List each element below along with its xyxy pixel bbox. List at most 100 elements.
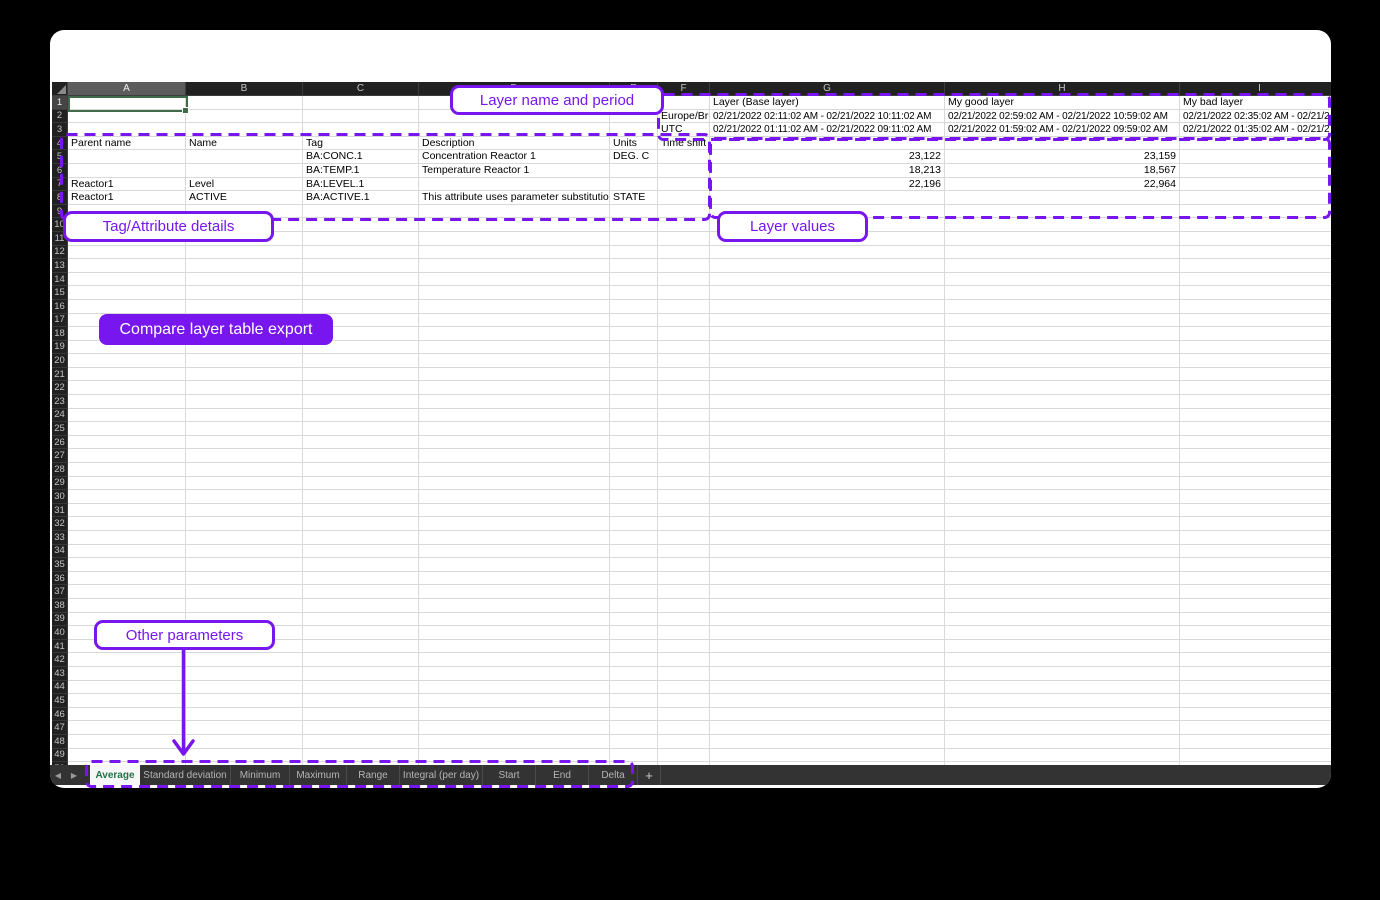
cell-H21[interactable]: [945, 368, 1180, 382]
cell-G45[interactable]: [710, 694, 945, 708]
cell-E39[interactable]: [610, 613, 658, 627]
cell-I43[interactable]: [1180, 667, 1331, 681]
cell-I29[interactable]: [1180, 477, 1331, 491]
cell-G8[interactable]: [710, 191, 945, 205]
sheet-tab-maximum[interactable]: Maximum: [290, 765, 347, 785]
cell-C20[interactable]: [303, 354, 419, 368]
cell-D33[interactable]: [419, 531, 610, 545]
row-header-28[interactable]: 28: [52, 463, 68, 477]
cell-G42[interactable]: [710, 653, 945, 667]
cell-C31[interactable]: [303, 504, 419, 518]
cell-H48[interactable]: [945, 735, 1180, 749]
cell-H9[interactable]: [945, 205, 1180, 219]
cell-C10[interactable]: [303, 218, 419, 232]
cell-C46[interactable]: [303, 708, 419, 722]
cell-A1[interactable]: [68, 96, 186, 110]
cell-B2[interactable]: [186, 110, 303, 124]
cell-B24[interactable]: [186, 409, 303, 423]
cell-B48[interactable]: [186, 735, 303, 749]
cell-H16[interactable]: [945, 300, 1180, 314]
cell-B31[interactable]: [186, 504, 303, 518]
cell-C8[interactable]: BA:ACTIVE.1: [303, 191, 419, 205]
cell-C32[interactable]: [303, 517, 419, 531]
cell-E8[interactable]: STATE: [610, 191, 658, 205]
sheet-tab-standard-deviation[interactable]: Standard deviation: [140, 765, 231, 785]
cell-I18[interactable]: [1180, 327, 1331, 341]
cell-B3[interactable]: [186, 123, 303, 137]
cell-D35[interactable]: [419, 558, 610, 572]
cell-I31[interactable]: [1180, 504, 1331, 518]
cell-F24[interactable]: [658, 409, 710, 423]
cell-E18[interactable]: [610, 327, 658, 341]
cell-H30[interactable]: [945, 490, 1180, 504]
cell-A8[interactable]: Reactor1: [68, 191, 186, 205]
cell-D5[interactable]: Concentration Reactor 1: [419, 150, 610, 164]
cell-B38[interactable]: [186, 599, 303, 613]
cell-D25[interactable]: [419, 422, 610, 436]
row-header-14[interactable]: 14: [52, 273, 68, 287]
cell-H31[interactable]: [945, 504, 1180, 518]
cell-F1[interactable]: [658, 96, 710, 110]
cell-C39[interactable]: [303, 613, 419, 627]
cell-F14[interactable]: [658, 273, 710, 287]
cell-F22[interactable]: [658, 381, 710, 395]
cell-I26[interactable]: [1180, 436, 1331, 450]
cell-D16[interactable]: [419, 300, 610, 314]
cell-E17[interactable]: [610, 314, 658, 328]
cell-A16[interactable]: [68, 300, 186, 314]
cell-B36[interactable]: [186, 572, 303, 586]
cell-H34[interactable]: [945, 545, 1180, 559]
cell-D6[interactable]: Temperature Reactor 1: [419, 164, 610, 178]
cell-A30[interactable]: [68, 490, 186, 504]
cell-E12[interactable]: [610, 246, 658, 260]
cell-G21[interactable]: [710, 368, 945, 382]
cell-E48[interactable]: [610, 735, 658, 749]
cell-H37[interactable]: [945, 585, 1180, 599]
cell-F17[interactable]: [658, 314, 710, 328]
cell-F21[interactable]: [658, 368, 710, 382]
row-header-15[interactable]: 15: [52, 286, 68, 300]
cell-E6[interactable]: [610, 164, 658, 178]
cell-C21[interactable]: [303, 368, 419, 382]
cell-G14[interactable]: [710, 273, 945, 287]
cell-B42[interactable]: [186, 653, 303, 667]
cell-A24[interactable]: [68, 409, 186, 423]
cell-D48[interactable]: [419, 735, 610, 749]
cell-C35[interactable]: [303, 558, 419, 572]
cell-I49[interactable]: [1180, 749, 1331, 763]
cell-F13[interactable]: [658, 259, 710, 273]
cell-F31[interactable]: [658, 504, 710, 518]
cell-H42[interactable]: [945, 653, 1180, 667]
cell-H22[interactable]: [945, 381, 1180, 395]
cell-A29[interactable]: [68, 477, 186, 491]
cell-I9[interactable]: [1180, 205, 1331, 219]
cell-D7[interactable]: [419, 178, 610, 192]
row-header-3[interactable]: 3: [52, 123, 68, 137]
cell-A4[interactable]: Parent name: [68, 137, 186, 151]
cell-D21[interactable]: [419, 368, 610, 382]
cell-B28[interactable]: [186, 463, 303, 477]
row-header-42[interactable]: 42: [52, 653, 68, 667]
cell-E9[interactable]: [610, 205, 658, 219]
cell-A47[interactable]: [68, 721, 186, 735]
cell-A26[interactable]: [68, 436, 186, 450]
cell-D27[interactable]: [419, 449, 610, 463]
cell-H44[interactable]: [945, 681, 1180, 695]
row-header-22[interactable]: 22: [52, 381, 68, 395]
add-sheet-button[interactable]: +: [638, 765, 661, 785]
cell-A15[interactable]: [68, 286, 186, 300]
cell-C48[interactable]: [303, 735, 419, 749]
cell-D46[interactable]: [419, 708, 610, 722]
cell-G4[interactable]: [710, 137, 945, 151]
cell-B49[interactable]: [186, 749, 303, 763]
cell-I13[interactable]: [1180, 259, 1331, 273]
cell-D19[interactable]: [419, 341, 610, 355]
cell-E38[interactable]: [610, 599, 658, 613]
cell-I47[interactable]: [1180, 721, 1331, 735]
cell-A44[interactable]: [68, 681, 186, 695]
cell-B12[interactable]: [186, 246, 303, 260]
cell-D36[interactable]: [419, 572, 610, 586]
cell-E14[interactable]: [610, 273, 658, 287]
cell-G24[interactable]: [710, 409, 945, 423]
cell-E24[interactable]: [610, 409, 658, 423]
